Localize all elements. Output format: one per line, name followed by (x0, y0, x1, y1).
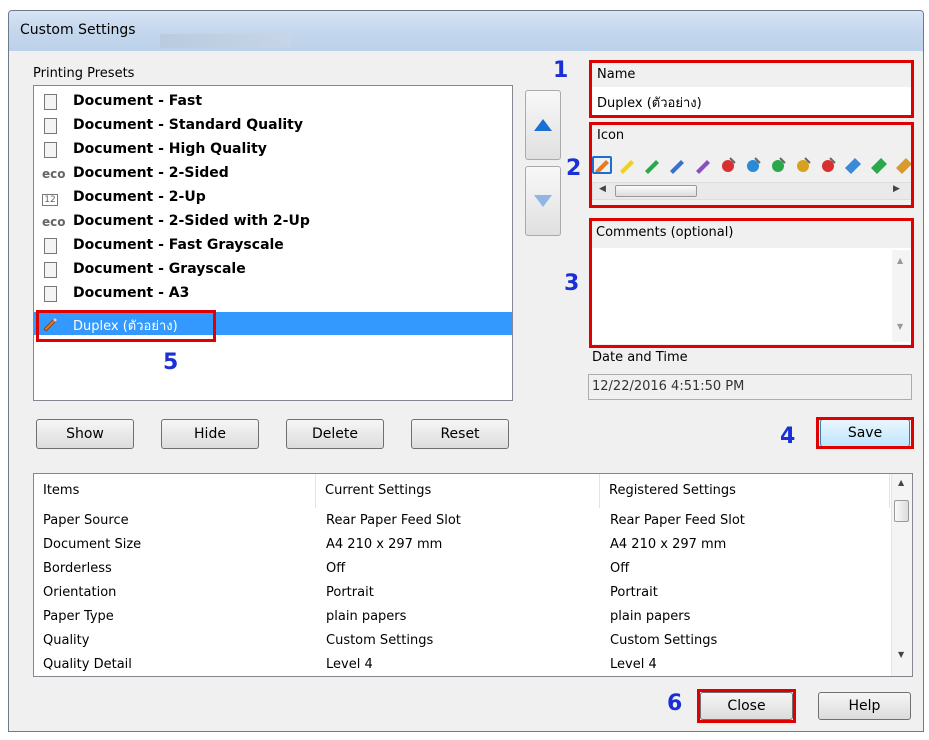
preset-label: Document - 2-Sided (73, 165, 229, 181)
presets-list[interactable]: Document - Fast Document - Standard Qual… (33, 85, 513, 401)
table-cell: Rear Paper Feed Slot (610, 513, 745, 528)
annotation-number-4: 4 (780, 424, 796, 449)
preset-item[interactable]: Document - Fast (34, 90, 512, 113)
annotation-number-5: 5 (163, 350, 179, 375)
annotation-number-1: 1 (553, 58, 569, 83)
preset-item[interactable]: Document - Fast Grayscale (34, 234, 512, 257)
table-cell: Borderless (43, 561, 112, 576)
delete-button[interactable]: Delete (286, 419, 384, 449)
table-cell: Level 4 (326, 657, 373, 672)
table-row: Document Size A4 210 x 297 mm A4 210 x 2… (34, 534, 884, 558)
document-icon (42, 238, 58, 254)
hide-button[interactable]: Hide (161, 419, 259, 449)
table-cell: Paper Type (43, 609, 114, 624)
table-cell: Custom Settings (610, 633, 718, 648)
table-row: Quality Detail Level 4 Level 4 (34, 654, 884, 676)
table-cell: A4 210 x 297 mm (326, 537, 443, 552)
preset-item[interactable]: 12 Document - 2-Up (34, 186, 512, 209)
table-cell: A4 210 x 297 mm (610, 537, 727, 552)
document-icon (42, 262, 58, 278)
datetime-label: Date and Time (592, 350, 688, 365)
table-row: Paper Source Rear Paper Feed Slot Rear P… (34, 510, 884, 534)
window-title: Custom Settings (20, 22, 136, 38)
preset-label: Document - A3 (73, 285, 190, 301)
table-row: Orientation Portrait Portrait (34, 582, 884, 606)
table-cell: Custom Settings (326, 633, 434, 648)
annotation-box-5 (36, 310, 216, 342)
preset-label: Document - 2-Sided with 2-Up (73, 213, 310, 229)
preset-label: Document - Fast (73, 93, 203, 109)
document-icon (42, 286, 58, 302)
annotation-number-3: 3 (564, 271, 580, 296)
table-cell: Paper Source (43, 513, 129, 528)
arrow-down-icon (534, 195, 552, 207)
table-cell: plain papers (326, 609, 407, 624)
table-cell: Off (326, 561, 346, 576)
datetime-field: 12/22/2016 4:51:50 PM (592, 379, 745, 394)
table-cell: Portrait (326, 585, 374, 600)
preset-label: Document - High Quality (73, 141, 267, 157)
table-cell: Off (610, 561, 630, 576)
preset-label: Document - Fast Grayscale (73, 237, 284, 253)
annotation-number-2: 2 (566, 156, 582, 181)
scroll-down-icon[interactable]: ▼ (898, 650, 904, 659)
eco-icon: eco (42, 215, 66, 229)
settings-table: Items Current Settings Registered Settin… (33, 473, 913, 677)
annotation-number-6: 6 (667, 691, 683, 716)
annotation-box-3 (589, 218, 914, 348)
preset-label: Document - Standard Quality (73, 117, 303, 133)
column-header-current[interactable]: Current Settings (316, 474, 600, 508)
title-bar (9, 11, 923, 51)
annotation-box-4 (816, 417, 914, 449)
table-cell: plain papers (610, 609, 691, 624)
table-cell: Quality Detail (43, 657, 132, 672)
scroll-up-icon[interactable]: ▲ (898, 478, 904, 487)
preset-label: Document - Grayscale (73, 261, 246, 277)
move-down-button[interactable] (525, 166, 561, 236)
column-header-registered[interactable]: Registered Settings (600, 474, 890, 508)
document-icon (42, 94, 58, 110)
reset-button[interactable]: Reset (411, 419, 509, 449)
preset-item[interactable]: eco Document - 2-Sided with 2-Up (34, 210, 512, 233)
title-bar-decoration (160, 34, 290, 48)
preset-item[interactable]: Document - Grayscale (34, 258, 512, 281)
preset-item[interactable]: Document - Standard Quality (34, 114, 512, 137)
annotation-box-6 (697, 689, 796, 723)
preset-item[interactable]: Document - High Quality (34, 138, 512, 161)
annotation-box-1 (589, 60, 914, 118)
table-row: Quality Custom Settings Custom Settings (34, 630, 884, 654)
move-up-button[interactable] (525, 90, 561, 160)
printing-presets-label: Printing Presets (33, 66, 135, 81)
scroll-thumb[interactable] (894, 500, 909, 522)
table-cell: Quality (43, 633, 90, 648)
table-cell: Document Size (43, 537, 142, 552)
show-button[interactable]: Show (36, 419, 134, 449)
document-icon (42, 118, 58, 134)
column-header-items[interactable]: Items (34, 474, 316, 508)
eco-icon: eco (42, 167, 66, 181)
table-cell: Orientation (43, 585, 117, 600)
document-icon (42, 142, 58, 158)
table-row: Borderless Off Off (34, 558, 884, 582)
help-button[interactable]: Help (818, 692, 911, 720)
table-scrollbar[interactable]: ▲ ▼ (891, 474, 912, 676)
preset-item[interactable]: eco Document - 2-Sided (34, 162, 512, 185)
preset-label: Document - 2-Up (73, 189, 206, 205)
two-up-icon: 12 (42, 194, 58, 206)
table-cell: Portrait (610, 585, 658, 600)
arrow-up-icon (534, 119, 552, 131)
table-cell: Level 4 (610, 657, 657, 672)
preset-item[interactable]: Document - A3 (34, 282, 512, 305)
annotation-box-2 (589, 122, 914, 208)
table-row: Paper Type plain papers plain papers (34, 606, 884, 630)
table-cell: Rear Paper Feed Slot (326, 513, 461, 528)
